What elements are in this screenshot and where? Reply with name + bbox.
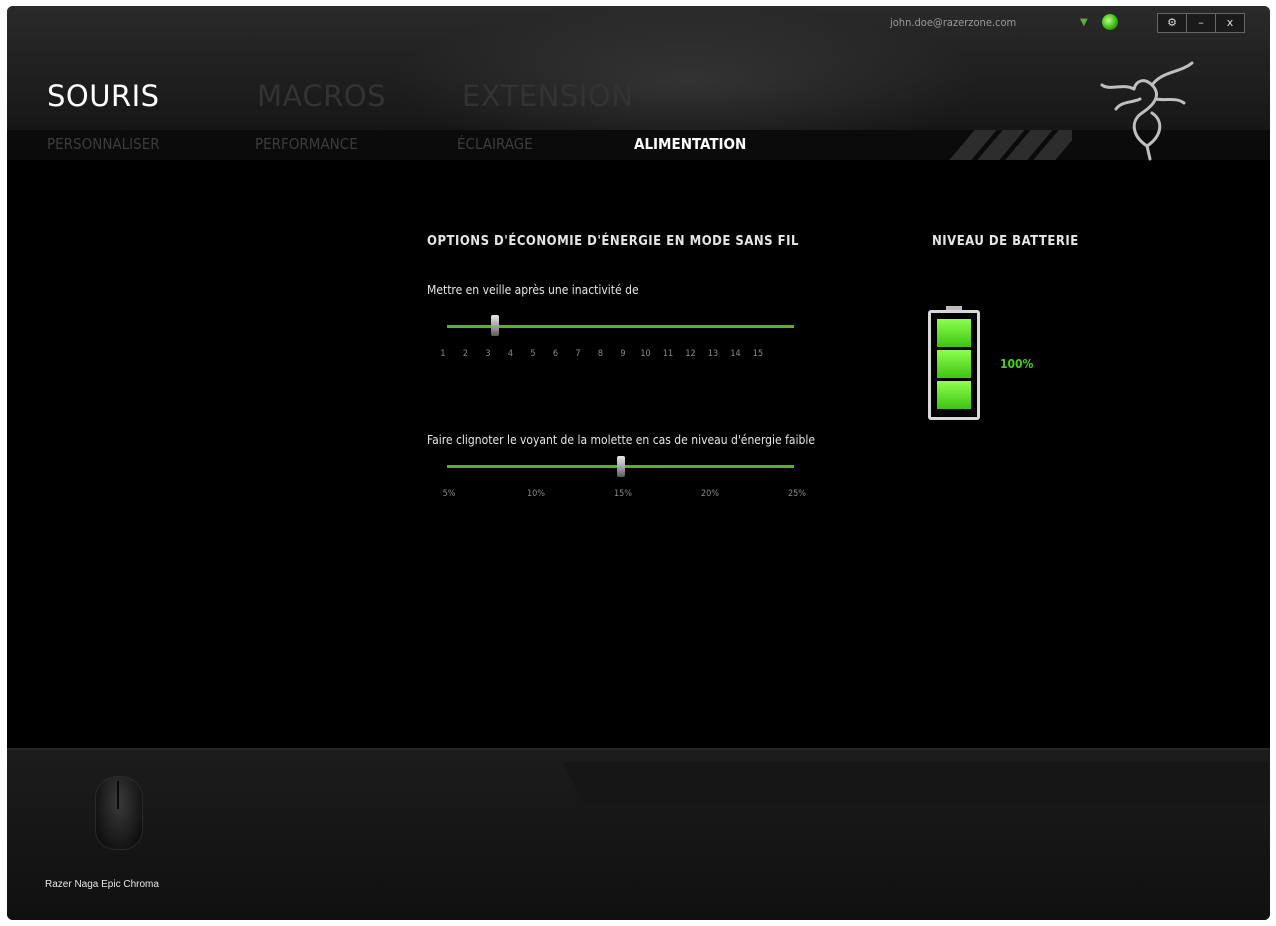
close-button[interactable]: x	[1216, 14, 1244, 32]
sleep-tick-label: 10	[640, 349, 651, 359]
online-status-icon	[1102, 14, 1118, 30]
tab-macros[interactable]: MACROS	[257, 79, 462, 113]
sleep-tick-label: 5	[530, 349, 536, 359]
blink-slider-thumb[interactable]	[617, 456, 625, 477]
minimize-button[interactable]: –	[1187, 14, 1216, 32]
subtab-personnaliser[interactable]: PERSONNALISER	[47, 135, 160, 153]
sleep-tick-label: 6	[552, 349, 559, 359]
subtab-eclairage[interactable]: ÉCLAIRAGE	[457, 135, 533, 153]
sleep-tick-label: 4	[507, 349, 514, 359]
subtab-performance[interactable]: PERFORMANCE	[255, 135, 358, 153]
account-email[interactable]: john.doe@razerzone.com	[890, 16, 1016, 29]
blink-tick-label: 20%	[701, 489, 719, 499]
sleep-tick-label: 8	[597, 349, 604, 359]
account-dropdown-icon[interactable]: ▼	[1080, 17, 1088, 28]
sleep-tick-label: 7	[575, 349, 581, 359]
tab-souris[interactable]: SOURIS	[47, 79, 257, 113]
sleep-tick-label: 12	[685, 349, 696, 359]
battery-title: NIVEAU DE BATTERIE	[932, 234, 1079, 249]
blink-tick-label: 5%	[442, 489, 456, 499]
sleep-tick-label: 13	[707, 349, 719, 359]
main-tabs: SOURIS MACROS EXTENSION	[47, 79, 633, 113]
battery-cell	[937, 350, 971, 378]
mouse-device-icon[interactable]	[95, 776, 143, 850]
razer-logo-icon	[1100, 61, 1194, 161]
mouse-device-icon-detail	[117, 781, 119, 809]
sleep-tick-label: 14	[730, 349, 741, 359]
sleep-slider-thumb[interactable]	[491, 315, 499, 336]
battery-cell	[937, 319, 971, 347]
blink-tick-label: 25%	[788, 489, 806, 499]
settings-button[interactable]: ⚙	[1158, 14, 1187, 32]
tab-extension[interactable]: EXTENSION	[462, 79, 633, 113]
device-name: Razer Naga Epic Chroma	[45, 879, 159, 890]
battery-icon	[928, 306, 980, 420]
sleep-tick-label: 3	[485, 349, 491, 359]
synapse-window: john.doe@razerzone.com ▼ ⚙ – x SOURIS MA…	[7, 6, 1270, 920]
sleep-tick-label: 2	[462, 349, 469, 359]
sleep-tick-label: 1	[440, 349, 446, 359]
sleep-tick-label: 11	[662, 349, 674, 359]
power-options-title: OPTIONS D'ÉCONOMIE D'ÉNERGIE EN MODE SAN…	[427, 234, 799, 249]
battery-percent: 100%	[1000, 357, 1034, 371]
subtab-alimentation[interactable]: ALIMENTATION	[634, 135, 746, 153]
sleep-slider-track[interactable]	[447, 325, 794, 328]
sleep-label: Mettre en veille après une inactivité de	[427, 283, 639, 297]
blink-tick-label: 15%	[614, 489, 632, 499]
blink-label: Faire clignoter le voyant de la molette …	[427, 433, 816, 447]
blink-tick-label: 10%	[527, 489, 545, 499]
sleep-tick-label: 9	[620, 349, 626, 359]
decorative-stripes	[942, 130, 1072, 160]
window-controls: ⚙ – x	[1157, 13, 1245, 33]
sleep-tick-label: 15	[752, 349, 764, 359]
footer-accent	[562, 762, 1270, 802]
battery-cell	[937, 381, 971, 409]
